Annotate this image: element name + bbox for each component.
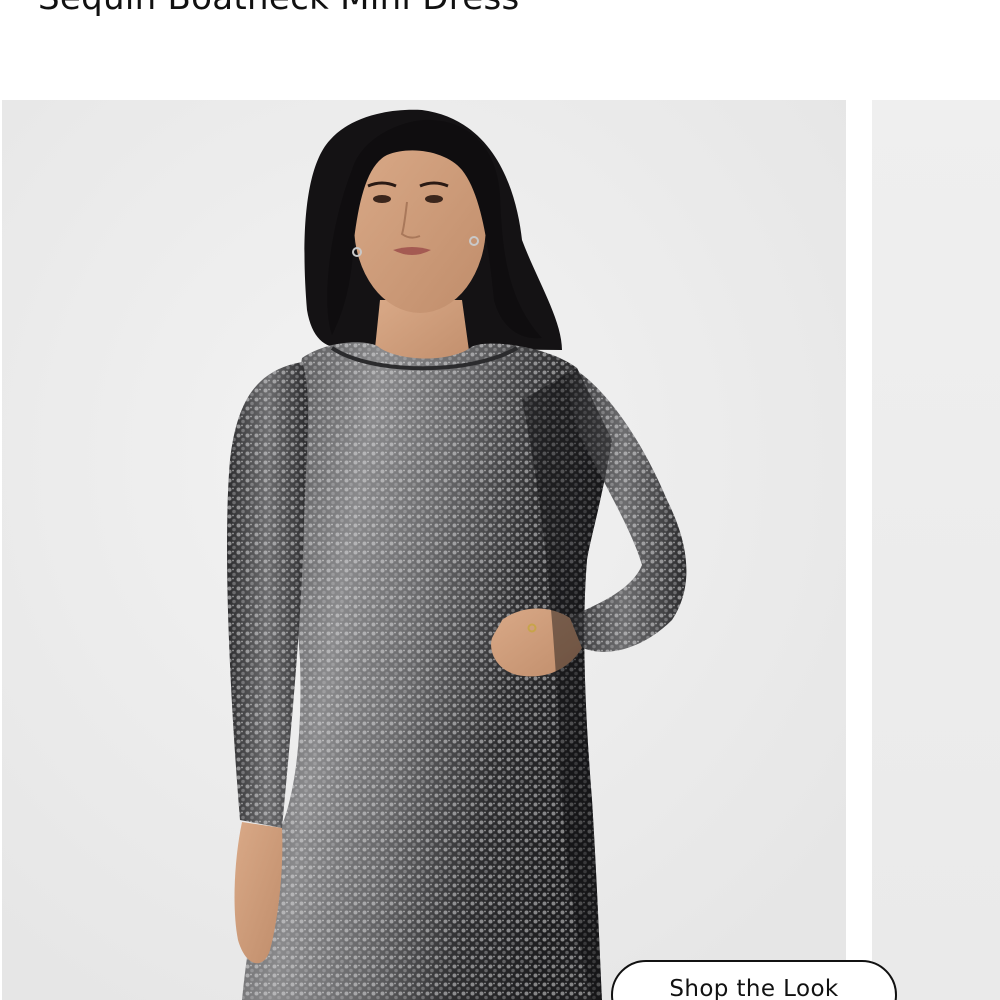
product-image-gallery	[0, 100, 1000, 1000]
product-main-image[interactable]	[2, 100, 846, 1000]
product-next-image[interactable]	[872, 100, 1000, 1000]
model-photo	[2, 100, 846, 1000]
product-page: Sequin Boatneck Mini Dress	[0, 0, 1000, 1000]
product-title: Sequin Boatneck Mini Dress	[38, 0, 520, 18]
shop-the-look-button[interactable]: Shop the Look	[611, 960, 897, 1000]
